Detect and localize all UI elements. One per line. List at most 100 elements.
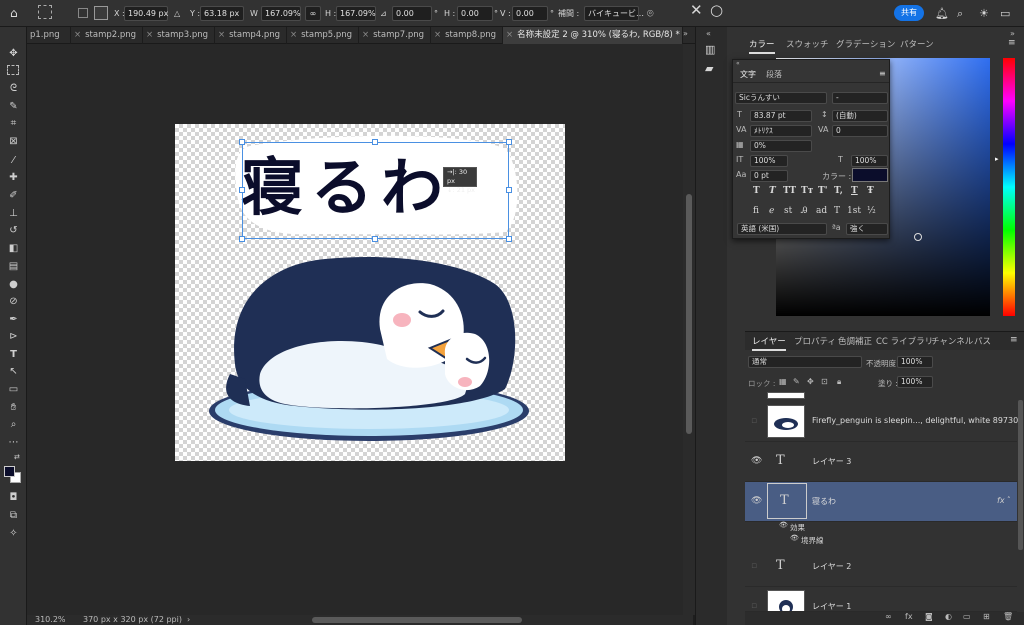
ordinals-icon[interactable]: 1st <box>847 206 861 216</box>
lightbulb-icon[interactable]: ☀ <box>979 7 989 21</box>
visibility-toggle-off[interactable]: ▫ <box>751 416 757 426</box>
zoom-level[interactable]: 310.2% <box>35 615 66 625</box>
frame-tool-icon[interactable]: ⊠ <box>6 135 21 148</box>
hskew-input[interactable]: 0.00 <box>457 6 493 21</box>
visibility-toggle-off[interactable]: ▫ <box>751 601 757 611</box>
hue-slider[interactable] <box>1003 58 1015 316</box>
tab-stamp7[interactable]: × stamp7.png <box>359 27 431 44</box>
add-style-icon[interactable]: fx <box>905 612 913 621</box>
tab-cc-libraries[interactable]: CC ライブラリ <box>876 335 933 347</box>
fill-input[interactable]: 100% <box>897 376 933 388</box>
home-icon[interactable]: ⌂ <box>10 6 24 20</box>
tab-paths[interactable]: パス <box>974 335 991 347</box>
expand-panels-icon[interactable]: » <box>1010 29 1015 38</box>
status-expand-icon[interactable]: › <box>187 615 190 625</box>
tab-color[interactable]: カラー <box>749 38 775 54</box>
tab-active-document[interactable]: × 名称未設定 2 @ 310% (寝るわ, RGB/8) * <box>503 27 683 44</box>
close-icon[interactable]: × <box>434 30 441 40</box>
contextual-alt-icon[interactable]: ℯ <box>769 206 774 216</box>
baseline-shift-input[interactable]: 0 pt <box>750 170 788 182</box>
history-panel-icon[interactable]: ▥ <box>705 43 715 56</box>
generative-icon[interactable]: ✧ <box>6 527 21 540</box>
collapse-panels-icon[interactable]: « <box>706 29 711 38</box>
layer-firefly-penguin[interactable]: ▫ Firefly_penguin is sleepin..., delight… <box>745 402 1023 442</box>
faux-bold-icon[interactable]: T <box>753 186 760 196</box>
stroke-eye-icon[interactable]: 👁︎ <box>790 534 799 542</box>
gradient-tool-icon[interactable]: ▤ <box>6 260 21 273</box>
tab-gradients[interactable]: グラデーション <box>836 38 895 50</box>
close-icon[interactable]: × <box>74 30 81 40</box>
more-tools-icon[interactable]: ⋯ <box>6 436 21 449</box>
reference-point-icon[interactable] <box>94 6 108 20</box>
layer-fx-badge[interactable]: fx <box>997 496 1005 505</box>
layers-panel-menu-icon[interactable]: ≡ <box>1010 335 1018 345</box>
tab-paragraph[interactable]: 段落 <box>766 69 782 80</box>
close-icon[interactable]: × <box>506 30 513 40</box>
lock-artboard-icon[interactable]: ⊡ <box>821 377 828 386</box>
rotate-input[interactable]: 0.00 <box>392 6 432 21</box>
scrollbar-thumb[interactable] <box>686 194 692 434</box>
swap-colors-icon[interactable]: ⇄ <box>14 453 20 461</box>
hand-tool-icon[interactable]: ✋︎ <box>6 401 21 414</box>
swash-icon[interactable]: Ꭿ <box>801 206 808 216</box>
transform-tool-icon[interactable] <box>38 5 52 19</box>
transform-handle-ml[interactable] <box>239 187 245 193</box>
crop-tool-icon[interactable]: ⌗ <box>6 117 21 130</box>
language-select[interactable]: 英語 (米国) <box>737 223 827 235</box>
strikethrough-icon[interactable]: Ŧ <box>867 186 874 196</box>
vertical-scale-input[interactable]: 100% <box>750 155 788 167</box>
foreground-color-swatch[interactable] <box>4 466 15 477</box>
delete-layer-icon[interactable]: 🗑︎ <box>1003 612 1013 621</box>
vskew-input[interactable]: 0.00 <box>512 6 548 21</box>
tab-stamp5[interactable]: × stamp5.png <box>287 27 359 44</box>
close-icon[interactable]: × <box>362 30 369 40</box>
screen-mode-icon[interactable]: ⧉ <box>6 509 21 522</box>
adjustment-layer-icon[interactable]: ◐ <box>945 612 952 621</box>
color-panel-menu-icon[interactable]: ≡ <box>1008 38 1016 48</box>
commit-transform-icon[interactable]: ○ <box>710 3 723 18</box>
lock-all-icon[interactable]: 🔒︎ <box>837 377 841 387</box>
pen-tool-icon[interactable]: ✒ <box>6 313 21 326</box>
font-style-select[interactable]: - <box>832 92 888 104</box>
tab-stamp3[interactable]: × stamp3.png <box>143 27 215 44</box>
new-layer-icon[interactable]: ⊞ <box>983 612 990 621</box>
horizontal-scale-input[interactable]: 100% <box>851 155 888 167</box>
transform-handle-tr[interactable] <box>506 139 512 145</box>
ligature-icon[interactable]: ﬁ <box>753 206 759 216</box>
lock-transparent-icon[interactable]: ▦ <box>779 377 787 386</box>
text-color-swatch[interactable] <box>852 168 888 182</box>
character-panel-menu-icon[interactable]: ≡ <box>879 69 886 78</box>
superscript-icon[interactable]: T' <box>818 186 827 196</box>
document-canvas[interactable]: 寝るわ →|: 30 px ↓: 21 px <box>175 124 565 461</box>
transform-handle-tm[interactable] <box>372 139 378 145</box>
layers-scrollbar-thumb[interactable] <box>1018 400 1023 550</box>
path-select-tool-icon[interactable]: ↖ <box>6 365 21 378</box>
panel-collapse-icon[interactable]: « <box>736 60 740 67</box>
font-family-select[interactable]: Sicうんすい <box>735 92 827 104</box>
search-icon[interactable]: ⌕ <box>957 7 963 21</box>
tab-patterns[interactable]: パターン <box>900 38 934 50</box>
history-brush-tool-icon[interactable]: ↺ <box>6 224 21 237</box>
tsume-input[interactable]: 0% <box>750 140 812 152</box>
discretionary-ligature-icon[interactable]: st <box>784 206 792 216</box>
type-tool-icon[interactable]: T <box>6 348 21 361</box>
blend-mode-select[interactable]: 通常 <box>748 356 862 368</box>
tabs-overflow-icon[interactable]: » <box>683 29 688 38</box>
quick-mask-icon[interactable]: ◘ <box>6 491 21 504</box>
tab-adjustments[interactable]: 色調補正 <box>838 335 872 347</box>
faux-italic-icon[interactable]: T <box>769 186 776 196</box>
brush-tool-icon[interactable]: ✐ <box>6 189 21 202</box>
new-group-icon[interactable]: ▭ <box>963 612 971 621</box>
antialias-select[interactable]: 強く <box>846 223 888 235</box>
layer-name[interactable]: 寝るわ <box>812 496 836 507</box>
layer-effects-row[interactable]: 👁︎ 効果 <box>745 520 1017 534</box>
effects-expand-icon[interactable]: ˄ <box>1007 496 1011 504</box>
lock-position-icon[interactable]: ✥ <box>807 377 814 386</box>
color-picker-cursor[interactable] <box>914 233 922 241</box>
workspace-icon[interactable]: ▭ <box>1000 7 1010 21</box>
x-input[interactable]: 190.49 px <box>124 6 168 21</box>
warp-icon[interactable]: ⌾ <box>647 7 654 21</box>
healing-brush-tool-icon[interactable]: ✚ <box>6 171 21 184</box>
close-icon[interactable]: × <box>146 30 153 40</box>
effects-eye-icon[interactable]: 👁︎ <box>779 521 788 529</box>
